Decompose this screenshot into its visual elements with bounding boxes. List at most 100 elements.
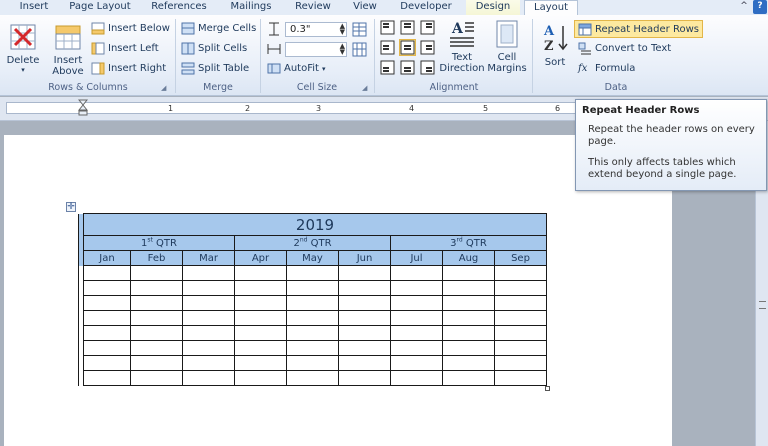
table-cell[interactable] bbox=[286, 265, 339, 281]
quarter-cell-1[interactable]: 1st QTR bbox=[83, 235, 235, 251]
calendar-table[interactable]: 2019 1st QTR 2nd QTR 3rd QTR Jan Feb Mar… bbox=[78, 213, 547, 386]
table-cell[interactable] bbox=[182, 265, 235, 281]
table-resize-handle[interactable] bbox=[545, 386, 550, 391]
month-cell[interactable]: Jan bbox=[83, 250, 131, 266]
table-cell[interactable] bbox=[390, 355, 443, 371]
cell-size-launcher-icon[interactable]: ◢ bbox=[362, 84, 370, 92]
align-center-left-button[interactable] bbox=[380, 40, 397, 57]
table-cell[interactable] bbox=[234, 310, 287, 326]
tab-page-layout[interactable]: Page Layout bbox=[66, 0, 134, 15]
quarter-cell-2[interactable]: 2nd QTR bbox=[234, 235, 391, 251]
table-cell[interactable] bbox=[442, 340, 495, 356]
table-cell[interactable] bbox=[182, 310, 235, 326]
table-cell[interactable] bbox=[286, 310, 339, 326]
table-cell[interactable] bbox=[130, 310, 183, 326]
table-cell[interactable] bbox=[390, 325, 443, 341]
table-cell[interactable] bbox=[83, 265, 131, 281]
table-cell[interactable] bbox=[182, 280, 235, 296]
table-cell[interactable] bbox=[442, 310, 495, 326]
rows-columns-launcher-icon[interactable]: ◢ bbox=[161, 84, 169, 92]
ribbon-collapse-icon[interactable]: ^ bbox=[737, 0, 751, 14]
table-cell[interactable] bbox=[130, 265, 183, 281]
table-cell[interactable] bbox=[494, 355, 547, 371]
table-cell[interactable] bbox=[130, 340, 183, 356]
row-height-spinner-icon[interactable]: ▲ ▼ bbox=[340, 23, 345, 36]
table-cell[interactable] bbox=[338, 280, 391, 296]
table-cell[interactable] bbox=[234, 265, 287, 281]
table-cell[interactable] bbox=[494, 370, 547, 386]
table-cell[interactable] bbox=[494, 295, 547, 311]
year-cell[interactable]: 2019 bbox=[83, 213, 547, 236]
month-cell[interactable]: Jun bbox=[338, 250, 391, 266]
split-table-button[interactable]: Split Table bbox=[181, 62, 249, 75]
table-cell[interactable] bbox=[494, 325, 547, 341]
table-cell[interactable] bbox=[338, 265, 391, 281]
delete-button[interactable]: Delete ▾ bbox=[4, 22, 42, 74]
sort-button[interactable]: A Z Sort bbox=[538, 22, 572, 68]
cell-margins-button[interactable]: Cell Margins bbox=[487, 19, 527, 74]
table-cell[interactable] bbox=[83, 325, 131, 341]
align-bottom-center-button[interactable] bbox=[400, 60, 417, 77]
table-cell[interactable] bbox=[286, 280, 339, 296]
merge-cells-button[interactable]: Merge Cells bbox=[181, 22, 256, 35]
month-cell[interactable]: May bbox=[286, 250, 339, 266]
month-cell[interactable]: Aug bbox=[442, 250, 495, 266]
table-cell[interactable] bbox=[338, 370, 391, 386]
table-cell[interactable] bbox=[286, 325, 339, 341]
autofit-button[interactable]: AutoFit ▾ bbox=[267, 62, 325, 75]
table-cell[interactable] bbox=[182, 340, 235, 356]
table-cell[interactable] bbox=[130, 325, 183, 341]
table-cell[interactable] bbox=[83, 355, 131, 371]
table-cell[interactable] bbox=[338, 340, 391, 356]
month-cell[interactable]: Feb bbox=[130, 250, 183, 266]
tab-insert[interactable]: Insert bbox=[14, 0, 54, 15]
table-cell[interactable] bbox=[130, 280, 183, 296]
table-cell[interactable] bbox=[234, 280, 287, 296]
align-top-center-button[interactable] bbox=[400, 20, 417, 37]
insert-left-button[interactable]: Insert Left bbox=[91, 42, 159, 55]
table-cell[interactable] bbox=[234, 295, 287, 311]
table-cell[interactable] bbox=[182, 295, 235, 311]
table-cell[interactable] bbox=[338, 355, 391, 371]
table-cell[interactable] bbox=[234, 340, 287, 356]
formula-button[interactable]: fx Formula bbox=[578, 62, 635, 75]
table-cell[interactable] bbox=[130, 355, 183, 371]
tab-review[interactable]: Review bbox=[292, 0, 334, 15]
align-center-button[interactable] bbox=[399, 39, 416, 56]
table-cell[interactable] bbox=[234, 325, 287, 341]
help-icon[interactable]: ? bbox=[753, 0, 767, 14]
table-cell[interactable] bbox=[286, 355, 339, 371]
table-cell[interactable] bbox=[442, 325, 495, 341]
tab-mailings[interactable]: Mailings bbox=[224, 0, 278, 15]
table-cell[interactable] bbox=[182, 325, 235, 341]
table-cell[interactable] bbox=[130, 295, 183, 311]
table-cell[interactable] bbox=[390, 265, 443, 281]
column-width-spinner-icon[interactable]: ▲ ▼ bbox=[340, 43, 345, 56]
table-cell[interactable] bbox=[286, 370, 339, 386]
align-top-left-button[interactable] bbox=[380, 20, 397, 37]
align-bottom-right-button[interactable] bbox=[420, 60, 437, 77]
quarter-cell-3[interactable]: 3rd QTR bbox=[390, 235, 547, 251]
table-cell[interactable] bbox=[494, 340, 547, 356]
table-cell[interactable] bbox=[494, 310, 547, 326]
insert-below-button[interactable]: Insert Below bbox=[91, 22, 170, 35]
table-cell[interactable] bbox=[390, 340, 443, 356]
table-cell[interactable] bbox=[442, 295, 495, 311]
table-cell[interactable] bbox=[338, 295, 391, 311]
align-top-right-button[interactable] bbox=[420, 20, 437, 37]
tab-view[interactable]: View bbox=[348, 0, 382, 15]
indent-marker-icon[interactable] bbox=[78, 99, 88, 117]
table-cell[interactable] bbox=[442, 355, 495, 371]
distribute-rows-icon[interactable] bbox=[352, 22, 367, 37]
tab-references[interactable]: References bbox=[148, 0, 210, 15]
table-cell[interactable] bbox=[83, 370, 131, 386]
table-cell[interactable] bbox=[83, 310, 131, 326]
tab-design[interactable]: Design bbox=[466, 0, 520, 15]
month-cell[interactable]: Apr bbox=[234, 250, 287, 266]
table-cell[interactable] bbox=[234, 370, 287, 386]
distribute-columns-icon[interactable] bbox=[352, 42, 367, 57]
tab-layout[interactable]: Layout bbox=[524, 0, 578, 16]
insert-above-button[interactable]: Insert Above bbox=[50, 22, 86, 77]
column-width-input[interactable]: ▲ ▼ bbox=[285, 42, 347, 57]
table-cell[interactable] bbox=[130, 370, 183, 386]
